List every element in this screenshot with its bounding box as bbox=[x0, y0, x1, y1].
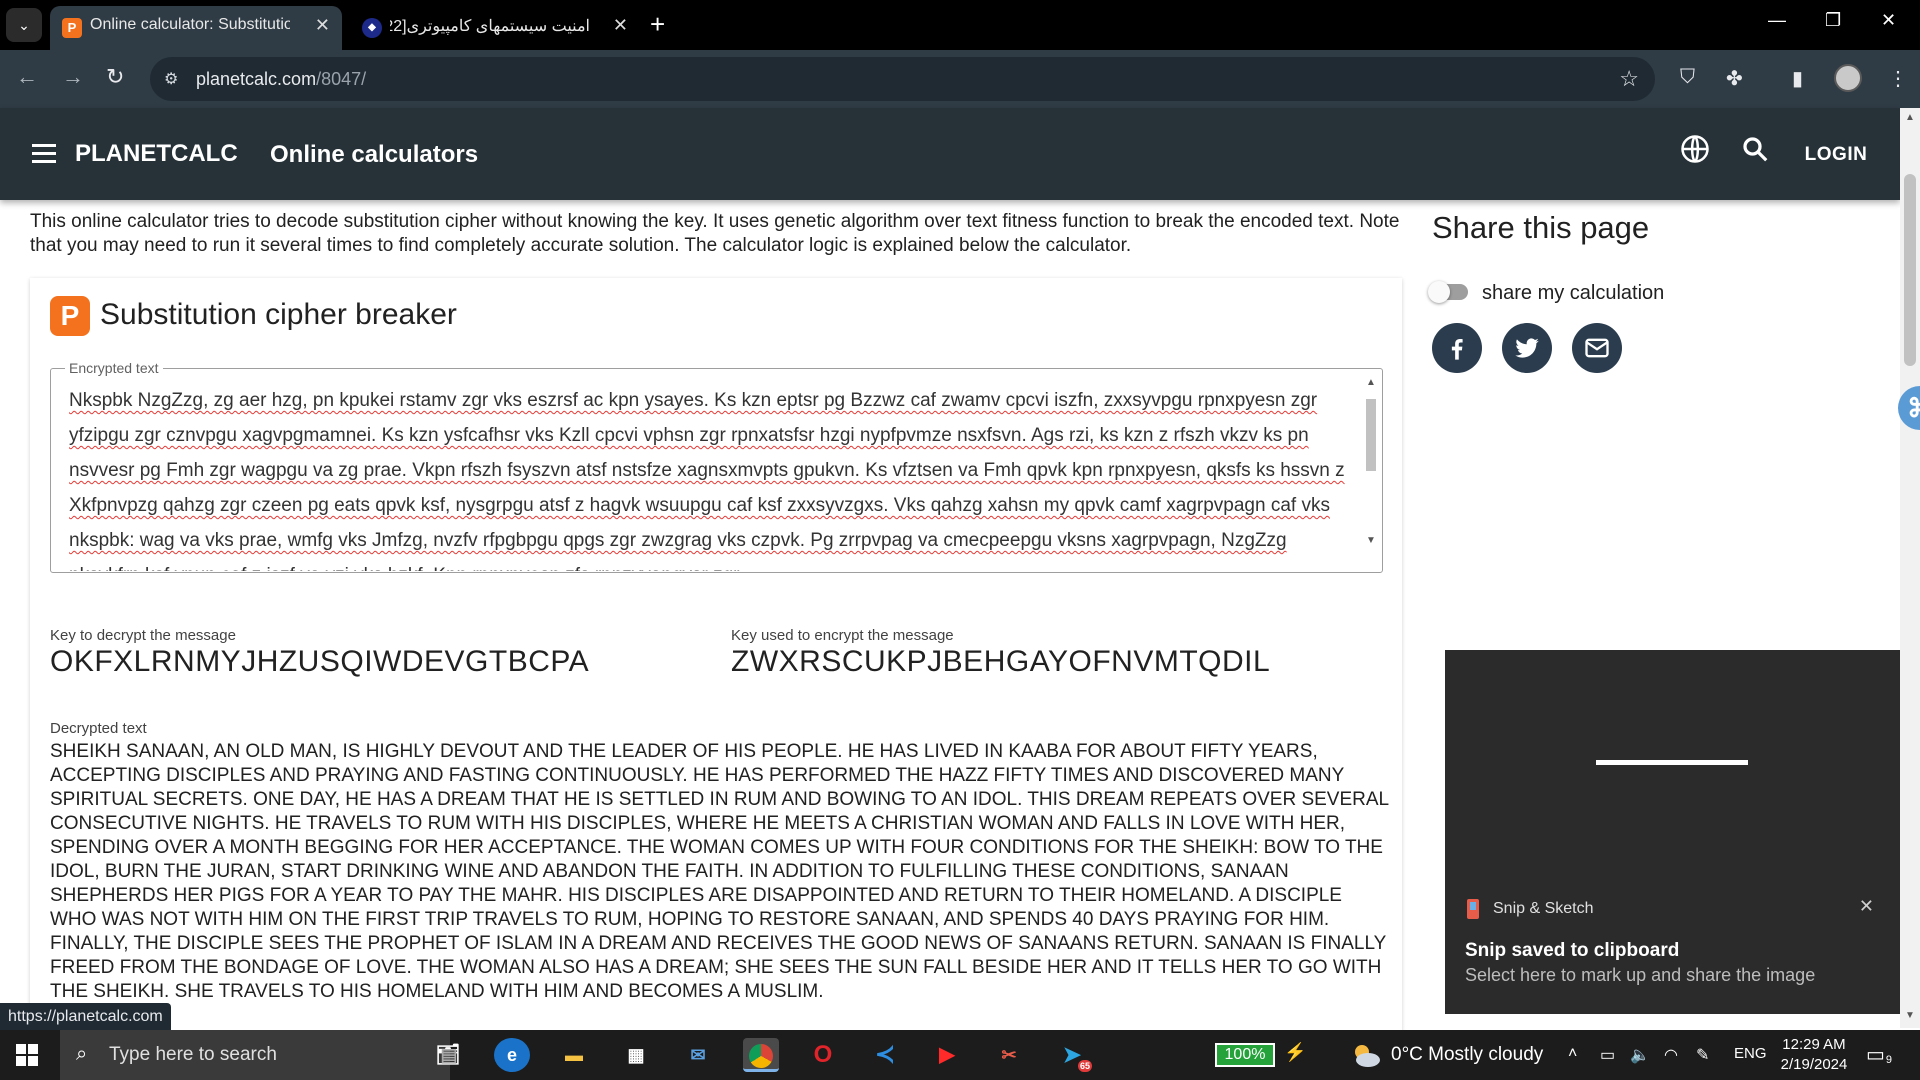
new-tab-button[interactable]: + bbox=[650, 10, 665, 38]
tab-close-icon[interactable]: ✕ bbox=[613, 15, 628, 36]
mail-app-icon[interactable]: ✉ bbox=[680, 1038, 716, 1072]
taskbar-search-box[interactable]: ⌕ Type here to search bbox=[60, 1030, 450, 1080]
youtube-icon[interactable]: ▶ bbox=[929, 1038, 965, 1072]
tab-search-button[interactable]: ⌄ bbox=[6, 8, 42, 42]
windows-taskbar: ⌕ Type here to search 🗂 ▤ e ▬ ▦ ✉ O ≺ ▶ … bbox=[0, 1030, 1920, 1080]
calculator-title: Substitution cipher breaker bbox=[100, 298, 457, 331]
decrypted-text-output: SHEIKH SANAAN, AN OLD MAN, IS HIGHLY DEV… bbox=[50, 741, 1389, 1002]
clock-time: 12:29 AM bbox=[1782, 1036, 1846, 1053]
back-icon[interactable]: ← bbox=[16, 64, 38, 90]
forward-icon[interactable]: → bbox=[62, 64, 84, 90]
tab-close-icon[interactable]: ✕ bbox=[315, 15, 330, 36]
wifi-icon[interactable]: ◠ bbox=[1664, 1045, 1678, 1065]
pen-icon[interactable]: ✎ bbox=[1696, 1045, 1709, 1065]
tab-title: امنیت سیستمهای کامپیوتری[022- bbox=[390, 18, 590, 35]
notification-count: 9 bbox=[1885, 1054, 1892, 1066]
charging-plug-icon: ⚡ bbox=[1284, 1042, 1307, 1062]
encrypt-key-value: ZWXRSCUKPJBEHGAYOFNVMTQDIL bbox=[731, 645, 1271, 678]
hamburger-menu-icon[interactable] bbox=[32, 144, 56, 164]
decrypted-text-label: Decrypted text bbox=[50, 720, 147, 737]
site-header: PLANETCALC Online calculators LOGIN bbox=[0, 108, 1900, 200]
page-scrollbar[interactable]: ▲ ▼ bbox=[1900, 108, 1920, 1028]
file-explorer-icon[interactable]: ▬ bbox=[556, 1038, 592, 1072]
cloudy-weather-icon[interactable] bbox=[1350, 1040, 1382, 1070]
telegram-icon[interactable]: ➤ 65 bbox=[1054, 1038, 1092, 1072]
vscode-icon[interactable]: ≺ bbox=[867, 1038, 903, 1072]
menu-kebab-icon[interactable]: ⋮ bbox=[1888, 66, 1908, 91]
language-globe-icon[interactable] bbox=[1680, 134, 1710, 164]
share-title: Share this page bbox=[1432, 210, 1650, 245]
snip-sketch-taskbar-icon[interactable]: ✂ bbox=[991, 1038, 1027, 1072]
battery-tray-icon[interactable]: ▭ bbox=[1600, 1045, 1615, 1065]
address-bar[interactable]: ⚙ planetcalc.com/8047/ ☆ bbox=[150, 57, 1655, 101]
status-bar-url: https://planetcalc.com bbox=[0, 1003, 171, 1030]
facebook-share-button[interactable] bbox=[1432, 323, 1482, 373]
twitter-share-button[interactable] bbox=[1502, 323, 1552, 373]
profile-avatar[interactable] bbox=[1834, 64, 1862, 92]
site-info-icon[interactable]: ⚙ bbox=[164, 69, 178, 89]
decrypt-key-label: Key to decrypt the message bbox=[50, 627, 236, 644]
planetcalc-logo-icon: P bbox=[50, 296, 90, 336]
task-view-icon[interactable]: ▤ bbox=[431, 1038, 467, 1072]
restore-icon[interactable]: ❐ bbox=[1825, 10, 1841, 31]
telegram-badge: 65 bbox=[1077, 1060, 1092, 1072]
battery-indicator[interactable]: 100% bbox=[1215, 1043, 1275, 1067]
chrome-icon[interactable] bbox=[743, 1038, 779, 1072]
snip-preview bbox=[1596, 760, 1748, 765]
bookmark-star-icon[interactable]: ☆ bbox=[1619, 66, 1639, 92]
email-share-button[interactable] bbox=[1572, 323, 1622, 373]
section-title[interactable]: Online calculators bbox=[270, 141, 478, 169]
scrollbar-thumb[interactable] bbox=[1904, 174, 1916, 366]
clock-date: 2/19/2024 bbox=[1780, 1056, 1848, 1073]
notification-close-icon[interactable]: ✕ bbox=[1859, 896, 1874, 917]
tray-chevron-icon[interactable]: ˄ bbox=[1568, 1045, 1577, 1063]
encrypted-text-field[interactable]: Encrypted text Nkspbk NzgZzg, zg aer hzg… bbox=[50, 360, 1383, 573]
shield-extension-icon[interactable]: ⛉ bbox=[1680, 66, 1695, 89]
tab-title: Online calculator: Substitution c bbox=[90, 16, 290, 33]
encrypted-text-label: Encrypted text bbox=[65, 360, 163, 376]
notification-center-icon[interactable]: ▭ 9 bbox=[1866, 1042, 1892, 1066]
browser-tab-bar: ⌄ P Online calculator: Substitution c ✕ … bbox=[0, 0, 1920, 50]
encrypt-key-label: Key used to encrypt the message bbox=[731, 627, 954, 644]
input-language[interactable]: ENG bbox=[1734, 1045, 1767, 1062]
snip-headline: Snip saved to clipboard bbox=[1465, 940, 1680, 961]
twitter-icon bbox=[1515, 338, 1539, 358]
system-clock[interactable]: 12:29 AM 2/19/2024 bbox=[1778, 1035, 1850, 1075]
encrypted-text-input[interactable]: Nkspbk NzgZzg, zg aer hzg, pn kpukei rst… bbox=[69, 383, 1349, 571]
snip-subtext: Select here to mark up and share the ima… bbox=[1465, 965, 1816, 985]
site-brand[interactable]: PLANETCALC bbox=[75, 140, 238, 168]
tab-second[interactable]: ◆ امنیت سیستمهای کامپیوتری[022- ✕ bbox=[350, 6, 640, 50]
login-button[interactable]: LOGIN bbox=[1788, 130, 1884, 180]
facebook-icon bbox=[1451, 339, 1463, 360]
edge-icon[interactable]: e bbox=[494, 1038, 530, 1072]
taskbar-search-placeholder: Type here to search bbox=[109, 1044, 277, 1065]
search-glass-icon: ⌕ bbox=[76, 1043, 88, 1065]
intro-paragraph: This online calculator tries to decode s… bbox=[30, 211, 1400, 256]
window-close-icon[interactable]: ✕ bbox=[1881, 10, 1896, 31]
tab-favicon: ◆ bbox=[362, 18, 382, 38]
share-calculation-toggle[interactable] bbox=[1428, 280, 1472, 304]
opera-icon[interactable]: O bbox=[805, 1038, 841, 1072]
store-icon[interactable]: ▦ bbox=[618, 1038, 654, 1072]
snip-notification[interactable]: Snip & Sketch ✕ Snip saved to clipboard … bbox=[1445, 650, 1900, 1014]
browser-toolbar: ← → ↻ ⚙ planetcalc.com/8047/ ☆ ⛉ ✤ ▮ ⋮ bbox=[0, 50, 1920, 108]
side-panel-icon[interactable]: ▮ bbox=[1792, 66, 1803, 91]
share-toggle-label: share my calculation bbox=[1482, 282, 1665, 304]
planetcalc-favicon: P bbox=[62, 18, 82, 38]
textarea-scrollbar[interactable]: ▲ ▼ bbox=[1364, 377, 1378, 565]
minimize-icon[interactable]: — bbox=[1768, 10, 1786, 31]
weather-text[interactable]: 0°C Mostly cloudy bbox=[1391, 1044, 1543, 1066]
windows-start-icon[interactable] bbox=[16, 1044, 38, 1066]
extensions-icon[interactable]: ✤ bbox=[1726, 66, 1743, 91]
decrypt-key-value: OKFXLRNMYJHZUSQIWDEVGTBCPA bbox=[50, 645, 590, 678]
tab-planetcalc[interactable]: P Online calculator: Substitution c ✕ bbox=[50, 6, 342, 50]
volume-icon[interactable]: 🔈 bbox=[1630, 1045, 1650, 1065]
reload-icon[interactable]: ↻ bbox=[106, 64, 124, 90]
mail-icon bbox=[1585, 338, 1609, 358]
snip-app-name: Snip & Sketch bbox=[1493, 900, 1594, 917]
url-text[interactable]: planetcalc.com/8047/ bbox=[196, 69, 366, 90]
search-icon[interactable] bbox=[1740, 134, 1770, 164]
snip-sketch-icon bbox=[1467, 899, 1479, 919]
calculator-card: P Substitution cipher breaker Encrypted … bbox=[30, 278, 1402, 1038]
